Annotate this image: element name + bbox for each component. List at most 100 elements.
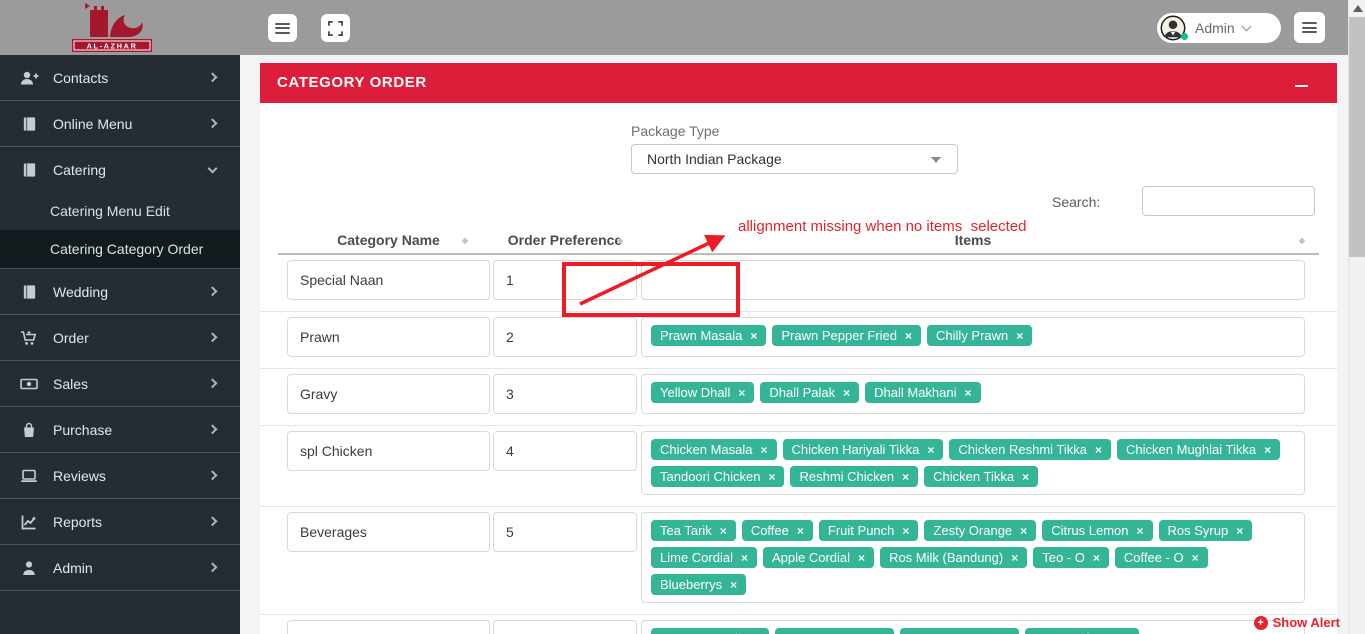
remove-item-icon[interactable]: × xyxy=(1093,551,1100,565)
item-tag[interactable]: Chicken Tikka× xyxy=(924,466,1038,487)
scrollbar[interactable] xyxy=(1348,0,1365,634)
remove-item-icon[interactable]: × xyxy=(1236,524,1243,538)
item-tag[interactable]: Lime Cordial× xyxy=(651,547,757,568)
items-cell[interactable]: Yellow Dhall× Dhall Palak× Dhall Makhani× xyxy=(641,374,1305,414)
items-cell[interactable]: Chicken Masala×Chicken Hariyali Tikka×Ch… xyxy=(641,431,1305,495)
remove-item-icon[interactable]: × xyxy=(1137,524,1144,538)
remove-item-icon[interactable]: × xyxy=(858,551,865,565)
sort-icon[interactable]: ◆ xyxy=(462,236,468,245)
remove-item-icon[interactable]: × xyxy=(1022,470,1029,484)
remove-item-icon[interactable]: × xyxy=(927,443,934,457)
remove-item-icon[interactable]: × xyxy=(1095,443,1102,457)
scroll-up-icon[interactable] xyxy=(1353,5,1363,12)
remove-item-icon[interactable]: × xyxy=(797,524,804,538)
item-tag[interactable]: Fruit Punch× xyxy=(819,520,919,541)
sidebar-item-wedding[interactable]: Wedding xyxy=(0,269,240,314)
remove-item-icon[interactable]: × xyxy=(741,551,748,565)
order-preference-cell[interactable]: 5 xyxy=(493,512,637,552)
item-tag[interactable]: Yellow Dhall× xyxy=(651,382,754,403)
remove-item-icon[interactable]: × xyxy=(902,470,909,484)
category-name-cell[interactable]: Beverages xyxy=(287,512,490,552)
remove-item-icon[interactable]: × xyxy=(738,386,745,400)
remove-item-icon[interactable]: × xyxy=(1020,524,1027,538)
items-cell[interactable]: Prawn Masala× Prawn Pepper Fried× Chilly P… xyxy=(641,317,1305,357)
sidebar-item-catering-menu-edit[interactable]: Catering Menu Edit xyxy=(0,192,240,230)
package-type-select[interactable]: North Indian Package xyxy=(631,144,958,174)
scrollbar-thumb[interactable] xyxy=(1349,17,1365,257)
item-tag[interactable]: Prawn Masala× xyxy=(651,325,766,346)
sidebar-item-catering[interactable]: Catering xyxy=(0,147,240,192)
item-tag[interactable]: Mutton Chops× xyxy=(1025,628,1139,634)
item-tag[interactable]: Citrus Lemon× xyxy=(1042,520,1152,541)
remove-item-icon[interactable]: × xyxy=(750,329,757,343)
item-tag[interactable]: Mutton Mysore× xyxy=(775,628,894,634)
item-tag[interactable]: Dhall Makhani× xyxy=(865,382,980,403)
category-name-cell[interactable]: Prawn xyxy=(287,317,490,357)
remove-item-icon[interactable]: × xyxy=(1192,551,1199,565)
sidebar-item-sales[interactable]: Sales xyxy=(0,361,240,406)
remove-item-icon[interactable]: × xyxy=(843,386,850,400)
order-preference-cell[interactable]: 3 xyxy=(493,374,637,414)
category-name-cell[interactable]: Mutton xyxy=(287,620,490,634)
remove-item-icon[interactable]: × xyxy=(720,524,727,538)
remove-item-icon[interactable]: × xyxy=(1011,551,1018,565)
category-name-cell[interactable]: spl Chicken xyxy=(287,431,490,471)
collapse-panel-button[interactable] xyxy=(1295,76,1311,90)
item-tag[interactable]: Mutton Pepper× xyxy=(900,628,1018,634)
item-tag[interactable]: Coffee× xyxy=(742,520,813,541)
item-tag[interactable]: Teo - O× xyxy=(1033,547,1109,568)
remove-item-icon[interactable]: × xyxy=(1264,443,1271,457)
sidebar-item-reviews[interactable]: Reviews xyxy=(0,453,240,498)
item-tag[interactable]: Dhall Palak× xyxy=(760,382,859,403)
sidebar-item-purchase[interactable]: Purchase xyxy=(0,407,240,452)
column-header-order-preference[interactable]: Order Preference ◆ xyxy=(493,229,637,251)
item-tag[interactable]: Prawn Pepper Fried× xyxy=(772,325,921,346)
sort-icon[interactable]: ◆ xyxy=(1299,236,1305,245)
remove-item-icon[interactable]: × xyxy=(1016,329,1023,343)
remove-item-icon[interactable]: × xyxy=(768,470,775,484)
item-tag[interactable]: Zesty Orange× xyxy=(924,520,1036,541)
item-tag[interactable]: Apple Cordial× xyxy=(763,547,874,568)
order-preference-cell[interactable]: 4 xyxy=(493,431,637,471)
order-preference-cell[interactable]: 2 xyxy=(493,317,637,357)
remove-item-icon[interactable]: × xyxy=(905,329,912,343)
brand-logo-icon[interactable]: AL-AZHAR xyxy=(66,1,158,54)
category-name-cell[interactable]: Gravy xyxy=(287,374,490,414)
sidebar-item-online-menu[interactable]: Online Menu xyxy=(0,101,240,146)
sidebar-item-reports[interactable]: Reports xyxy=(0,499,240,544)
item-tag[interactable]: Blueberrys× xyxy=(651,574,746,595)
remove-item-icon[interactable]: × xyxy=(902,524,909,538)
remove-item-icon[interactable]: × xyxy=(761,443,768,457)
show-alert-button[interactable]: + Show Alert xyxy=(1254,615,1340,630)
fullscreen-button[interactable] xyxy=(321,14,350,42)
item-tag[interactable]: Mutton Masala× xyxy=(651,628,769,634)
item-tag[interactable]: Tea Tarik× xyxy=(651,520,736,541)
item-tag[interactable]: Ros Milk (Bandung)× xyxy=(880,547,1027,568)
item-tag[interactable]: Coffee - O× xyxy=(1115,547,1208,568)
item-tag[interactable]: Ros Syrup× xyxy=(1159,520,1253,541)
sidebar-item-catering-category-order[interactable]: Catering Category Order xyxy=(0,230,240,268)
category-name-cell[interactable]: Special Naan xyxy=(287,260,490,300)
item-tag[interactable]: Chilly Prawn× xyxy=(927,325,1032,346)
remove-item-icon[interactable]: × xyxy=(730,578,737,592)
order-preference-cell[interactable]: 6 xyxy=(493,620,637,634)
items-cell[interactable]: Mutton Masala× Mutton Mysore× Mutton Peppe… xyxy=(641,620,1305,634)
sidebar-item-contacts[interactable]: Contacts xyxy=(0,55,240,100)
item-tag[interactable]: Chicken Hariyali Tikka× xyxy=(783,439,944,460)
user-menu[interactable]: Admin xyxy=(1157,13,1281,43)
items-cell[interactable]: Tea Tarik× Coffee× Fruit Punch×Zesty Orang… xyxy=(641,512,1305,603)
item-tag[interactable]: Reshmi Chicken× xyxy=(790,466,918,487)
item-tag[interactable]: Chicken Reshmi Tikka× xyxy=(949,439,1111,460)
settings-menu-button[interactable] xyxy=(1294,12,1325,43)
sort-icon[interactable]: ◆ xyxy=(617,236,623,245)
sidebar-item-admin[interactable]: Admin xyxy=(0,545,240,590)
items-cell[interactable] xyxy=(641,260,1305,300)
column-header-category-name[interactable]: Category Name ◆ xyxy=(287,229,490,251)
item-tag[interactable]: Chicken Mughlai Tikka× xyxy=(1117,439,1280,460)
remove-item-icon[interactable]: × xyxy=(965,386,972,400)
sidebar-item-order[interactable]: Order xyxy=(0,315,240,360)
item-tag[interactable]: Tandoori Chicken× xyxy=(651,466,784,487)
sidebar-toggle-button[interactable] xyxy=(268,14,297,42)
search-input[interactable] xyxy=(1142,186,1315,216)
item-tag[interactable]: Chicken Masala× xyxy=(651,439,777,460)
